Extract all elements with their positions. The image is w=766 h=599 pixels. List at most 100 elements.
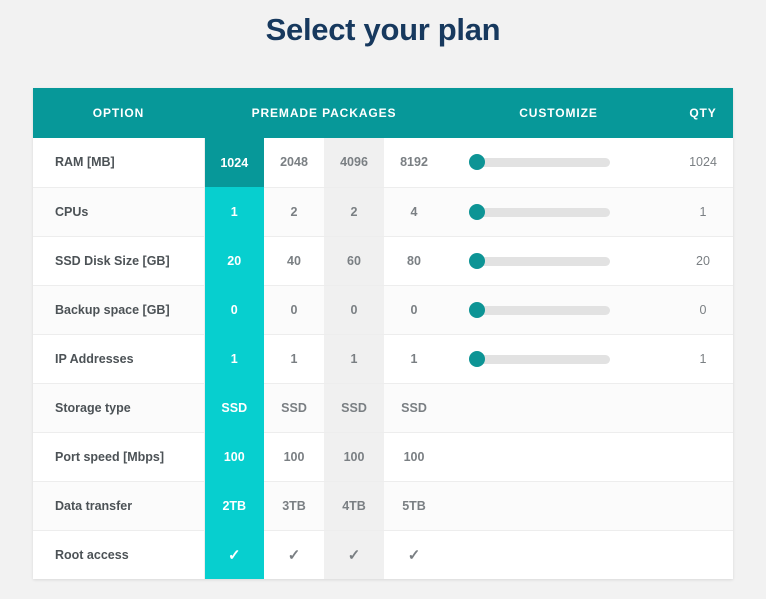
slider-track[interactable] [469,207,610,217]
package-cell[interactable]: SSD [384,383,444,433]
column-header-qty: QTY [673,88,733,138]
package-cell[interactable]: 0 [204,285,264,334]
package-cell[interactable]: 1 [204,334,264,383]
slider-track[interactable] [469,256,610,266]
package-cell[interactable]: ✓ [204,530,264,579]
check-icon: ✓ [347,546,361,564]
option-label: Backup space [GB] [33,285,205,335]
option-label: CPUs [33,187,205,237]
package-cell[interactable]: ✓ [384,530,444,579]
customize-slider[interactable] [469,154,610,171]
customize-cell[interactable] [444,334,673,384]
package-cell[interactable]: 4 [384,187,444,237]
qty-value: 1 [673,187,733,237]
slider-track[interactable] [469,354,610,364]
table-row: Storage type SSD SSD SSD SSD [33,383,733,433]
customize-cell[interactable] [444,187,673,237]
qty-value [673,383,733,433]
option-label: RAM [MB] [33,138,205,188]
slider-handle[interactable] [469,252,485,269]
table-row: RAM [MB] 1024 2048 4096 8192 1024 [33,138,733,188]
table-row: Backup space [GB] 0 0 0 0 0 [33,285,733,335]
package-cell[interactable]: 20 [204,236,264,285]
table-row: IP Addresses 1 1 1 1 1 [33,334,733,384]
slider-handle[interactable] [469,350,485,367]
option-label: Data transfer [33,481,205,531]
table-row: Root access ✓ ✓ ✓ ✓ [33,530,733,579]
customize-cell [444,481,673,531]
package-cell[interactable]: 1 [264,334,324,384]
slider-handle[interactable] [469,154,485,171]
package-cell[interactable]: ✓ [264,530,324,579]
package-cell[interactable]: 1 [204,187,264,236]
table-row: Data transfer 2TB 3TB 4TB 5TB [33,481,733,531]
package-cell[interactable]: 100 [384,432,444,482]
package-cell[interactable]: 80 [384,236,444,286]
customize-cell[interactable] [444,138,673,188]
table-row: SSD Disk Size [GB] 20 40 60 80 20 [33,236,733,286]
package-cell[interactable]: 0 [384,285,444,335]
option-label: Storage type [33,383,205,433]
table-row: Port speed [Mbps] 100 100 100 100 [33,432,733,482]
slider-handle[interactable] [469,203,485,220]
table-header-row: OPTION PREMADE PACKAGES CUSTOMIZE QTY [33,88,733,138]
qty-value: 0 [673,285,733,335]
package-cell[interactable]: 100 [324,432,384,482]
page-title: Select your plan [265,12,501,47]
customize-cell[interactable] [444,285,673,335]
option-label: IP Addresses [33,334,205,384]
table-header: OPTION PREMADE PACKAGES CUSTOMIZE QTY [33,88,733,138]
customize-slider[interactable] [469,350,610,367]
option-label: Port speed [Mbps] [33,432,205,482]
column-header-option: OPTION [33,88,204,138]
package-cell[interactable]: 1 [384,334,444,384]
column-header-customize: CUSTOMIZE [444,88,673,138]
package-cell[interactable]: 40 [264,236,324,286]
package-cell[interactable]: ✓ [324,530,384,579]
package-cell[interactable]: 100 [264,432,324,482]
package-cell[interactable]: 60 [324,236,384,286]
qty-value: 1024 [673,138,733,188]
qty-value [673,481,733,531]
package-cell[interactable]: 3TB [264,481,324,531]
qty-value [673,530,733,579]
customize-slider[interactable] [469,252,610,269]
check-icon: ✓ [287,546,301,564]
qty-value: 20 [673,236,733,286]
qty-value: 1 [673,334,733,384]
option-label: SSD Disk Size [GB] [33,236,205,286]
customize-slider[interactable] [469,203,610,220]
package-cell[interactable]: 0 [264,285,324,335]
package-cell[interactable]: 5TB [384,481,444,531]
package-cell[interactable]: 2048 [264,138,324,188]
plan-selection-page: Select your plan OPTION PREMADE PACKAGES… [0,0,766,599]
plan-comparison-table: OPTION PREMADE PACKAGES CUSTOMIZE QTY RA… [33,88,733,579]
package-cell[interactable]: 1024 [204,138,264,187]
table-body: RAM [MB] 1024 2048 4096 8192 1024 CPUs 1 2 2 4 1 SSD… [33,138,733,579]
slider-track[interactable] [469,305,610,315]
package-cell[interactable]: SSD [324,383,384,433]
customize-slider[interactable] [469,301,610,318]
table-row: CPUs 1 2 2 4 1 [33,187,733,237]
package-cell[interactable]: SSD [264,383,324,433]
customize-cell [444,383,673,433]
package-cell[interactable]: 4096 [324,138,384,188]
slider-track[interactable] [469,158,610,168]
package-cell[interactable]: SSD [204,383,264,432]
customize-cell [444,432,673,482]
column-header-premade: PREMADE PACKAGES [204,88,444,138]
package-cell[interactable]: 2TB [204,481,264,530]
package-cell[interactable]: 4TB [324,481,384,531]
package-cell[interactable]: 1 [324,334,384,384]
package-cell[interactable]: 0 [324,285,384,335]
package-cell[interactable]: 2 [324,187,384,237]
customize-cell [444,530,673,579]
package-cell[interactable]: 100 [204,432,264,481]
check-icon: ✓ [407,546,421,564]
package-cell[interactable]: 2 [264,187,324,237]
slider-handle[interactable] [469,301,485,318]
customize-cell[interactable] [444,236,673,286]
qty-value [673,432,733,482]
option-label: Root access [33,530,205,579]
package-cell[interactable]: 8192 [384,138,444,188]
